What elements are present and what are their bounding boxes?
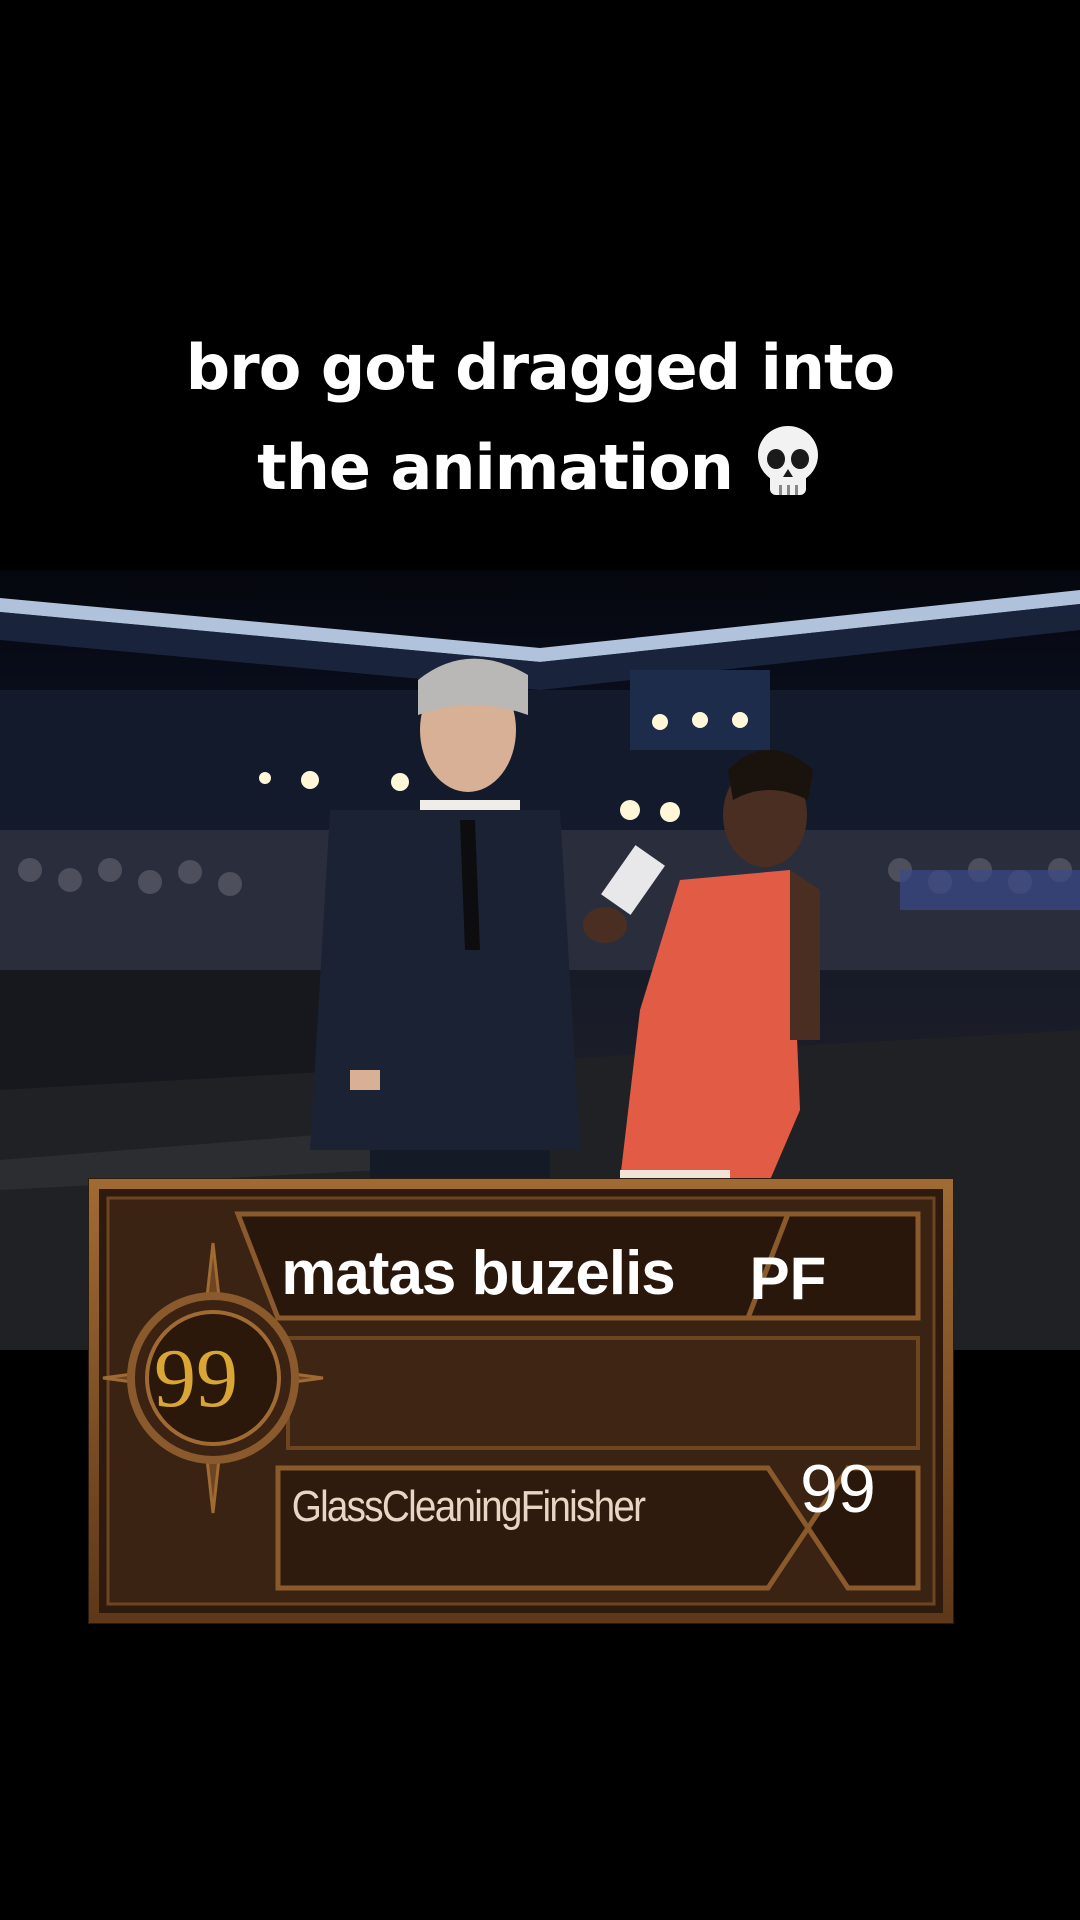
badge-name: GlassCleaningFinisher [291, 1482, 646, 1531]
caption-text: bro got dragged into the animation [0, 318, 1080, 518]
caption-line-2: the animation [0, 418, 1080, 518]
caption-line-1: bro got dragged into [185, 331, 896, 404]
badge-rating: 99 [800, 1451, 876, 1527]
skull-icon [757, 426, 818, 495]
caption-line-2-text: the animation [257, 431, 734, 504]
overall-rating: 99 [154, 1332, 238, 1425]
player-position: PF [749, 1245, 827, 1312]
player-name: matas buzelis [281, 1239, 676, 1308]
player-card: matas buzelis PF 99 GlassCleaningFinishe… [88, 1178, 954, 1624]
